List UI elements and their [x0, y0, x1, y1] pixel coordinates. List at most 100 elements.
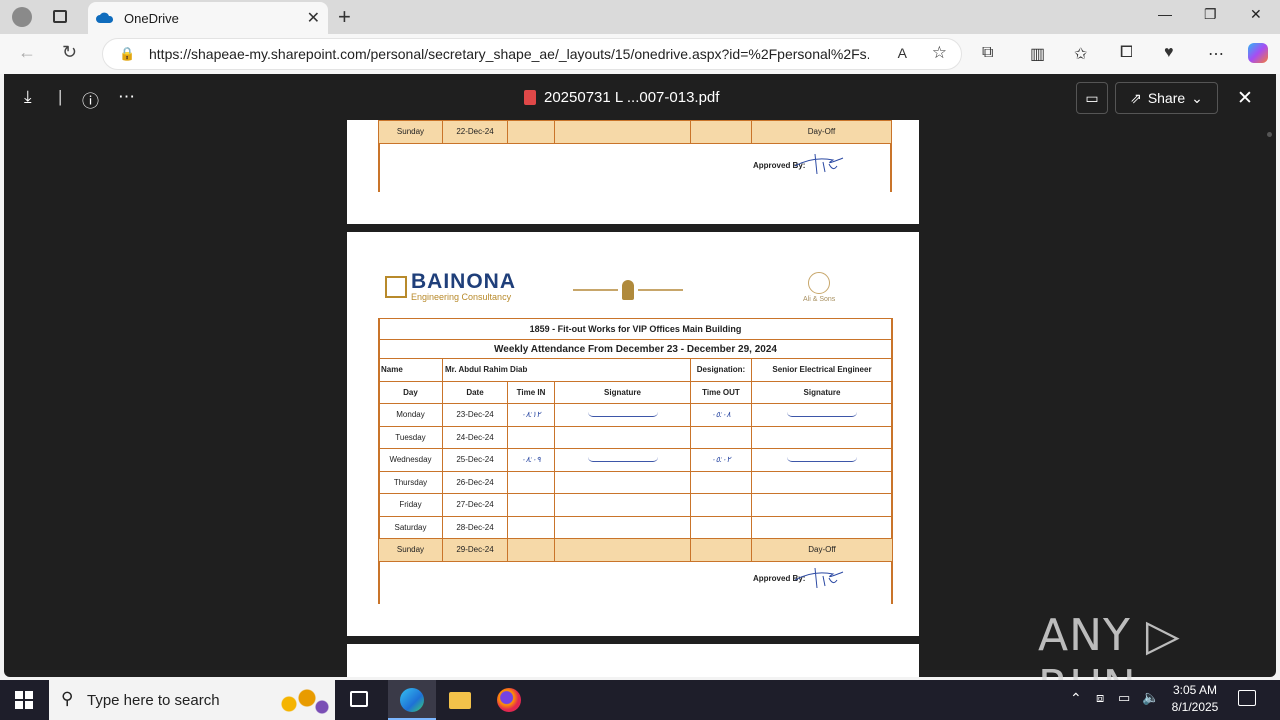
notifications-icon[interactable] [1238, 690, 1256, 706]
handwritten-signature [587, 457, 658, 463]
search-placeholder: Type here to search [87, 691, 220, 709]
approver-signature [794, 153, 844, 175]
time-in-cell [507, 425, 555, 449]
pdf-page-previous: Sunday 22-Dec-24 Day-Off Approved By: [347, 120, 919, 224]
file-explorer-icon[interactable] [449, 692, 471, 709]
approver-signature [794, 567, 844, 589]
clock[interactable]: 3:05 AM 8/1/2025 [1166, 683, 1224, 714]
minimize-button[interactable]: — [1158, 6, 1172, 22]
ali-sons-text: Ali & Sons [803, 296, 836, 303]
time-in-cell [507, 493, 555, 517]
copilot-icon[interactable] [1248, 43, 1268, 63]
split-screen-icon[interactable]: ▥ [1030, 44, 1045, 64]
chevron-down-icon: ⌄ [1191, 89, 1203, 106]
onedrive-cloud-icon [96, 12, 114, 23]
share-icon: ⇗ [1130, 89, 1142, 106]
new-tab-button[interactable]: + [338, 4, 351, 30]
edge-taskbar-icon[interactable] [388, 680, 436, 720]
time-out-cell [690, 493, 752, 517]
search-flowers-illustration [271, 686, 331, 716]
windows-start-icon[interactable] [15, 691, 33, 709]
tab-strip: OneDrive ✕ + — ❐ ✕ [0, 0, 1280, 34]
search-icon: ⚲ [61, 689, 74, 708]
more-options-icon[interactable]: ⋯ [118, 87, 135, 107]
tab-close-icon[interactable]: ✕ [307, 8, 320, 28]
designation-value: Senior Electrical Engineer [751, 358, 893, 382]
volume-icon[interactable]: 🔈 [1142, 689, 1159, 706]
signature-cell [554, 493, 691, 517]
info-icon[interactable]: ⓘ [82, 87, 99, 112]
government-emblem-logo [573, 280, 683, 300]
table-row: Sunday 29-Dec-24 Day-Off [378, 538, 893, 562]
name-value: Mr. Abdul Rahim Diab [442, 358, 691, 382]
date-cell: 24-Dec-24 [442, 425, 508, 449]
bainona-logo: BAINONA Engineering Consultancy [385, 270, 516, 302]
table-row: Sunday 22-Dec-24 Day-Off [378, 120, 892, 144]
share-label: Share [1147, 90, 1186, 106]
restore-button[interactable]: ❐ [1204, 6, 1217, 23]
column-header-row: Day Date Time IN Signature Time OUT Sign… [378, 380, 893, 404]
name-row: Name Mr. Abdul Rahim Diab Designation: S… [378, 358, 893, 382]
pdf-page-next [347, 644, 919, 677]
refresh-button[interactable]: ↻ [62, 42, 77, 63]
signature-cell [554, 425, 691, 449]
signature-cell [751, 515, 893, 539]
signature-cell [554, 403, 691, 427]
download-icon[interactable]: ⤓ [24, 87, 32, 107]
more-menu-icon[interactable]: ⋯ [1208, 44, 1224, 64]
favorites-icon[interactable]: ✩ [1074, 44, 1087, 64]
date-cell: 23-Dec-24 [442, 403, 508, 427]
tab-onedrive[interactable]: OneDrive ✕ [88, 2, 328, 34]
taskbar: ⚲ Type here to search ⌃ ⧈ ▭ 🔈 3:05 AM 8/… [0, 680, 1280, 720]
time-out-cell [690, 120, 752, 144]
favorite-star-icon[interactable]: ☆ [932, 43, 947, 63]
profile-icon[interactable] [12, 7, 32, 27]
show-hidden-icons-chevron-up-icon[interactable]: ⌃ [1070, 690, 1082, 707]
date-cell: 26-Dec-24 [442, 470, 508, 494]
task-view-icon[interactable] [350, 691, 368, 707]
display-icon[interactable]: ▭ [1118, 690, 1130, 706]
note-cell: Day-Off [751, 538, 893, 562]
date-cell: 25-Dec-24 [442, 448, 508, 472]
column-header: Signature [554, 380, 691, 404]
handwritten-signature [587, 412, 658, 418]
comment-icon: ▭ [1085, 89, 1099, 106]
project-title-row: 1859 - Fit-out Works for VIP Offices Mai… [378, 318, 893, 340]
time-in-cell [507, 515, 555, 539]
address-bar[interactable]: 🔒 https://shapeae-my.sharepoint.com/pers… [102, 38, 962, 70]
url-text[interactable]: https://shapeae-my.sharepoint.com/person… [149, 46, 869, 62]
signature-cell [751, 448, 893, 472]
table-row: Friday 27-Dec-24 [378, 493, 893, 517]
taskbar-search-box[interactable]: ⚲ Type here to search [49, 680, 335, 720]
network-icon[interactable]: ⧈ [1096, 690, 1104, 706]
time-out-cell [690, 425, 752, 449]
bainona-mark-icon [385, 276, 407, 298]
close-viewer-icon[interactable]: ✕ [1237, 87, 1253, 110]
lock-icon[interactable]: 🔒 [119, 46, 135, 62]
share-button[interactable]: ⇗ Share ⌄ [1115, 82, 1218, 114]
separator: | [58, 87, 63, 106]
day-cell: Monday [378, 403, 443, 427]
time-out-cell [690, 470, 752, 494]
collections-icon[interactable]: ⧠ [1120, 44, 1133, 62]
browser-toolbar: ← ↻ 🔒 https://shapeae-my.sharepoint.com/… [0, 34, 1280, 74]
date-cell: 28-Dec-24 [442, 515, 508, 539]
firefox-icon[interactable] [497, 688, 521, 712]
browser-essentials-icon[interactable]: ♥ [1164, 44, 1174, 62]
name-label: Name [378, 358, 443, 382]
window-close-button[interactable]: ✕ [1250, 6, 1262, 23]
read-aloud-icon[interactable]: A [898, 45, 907, 61]
signature-cell [554, 538, 691, 562]
comments-button[interactable]: ▭ [1076, 82, 1108, 114]
signature-cell [751, 425, 893, 449]
logo-name: BAINONA [411, 270, 516, 293]
tab-actions-icon[interactable] [53, 10, 67, 23]
extensions-icon[interactable]: ⧉ [982, 44, 993, 62]
day-cell: Thursday [378, 470, 443, 494]
signature-cell [751, 493, 893, 517]
time-in-cell [507, 120, 555, 144]
time-out-cell: ٠٥:٠٨ [690, 403, 752, 427]
back-button[interactable]: ← [18, 42, 36, 63]
scrollbar[interactable] [1267, 132, 1272, 137]
table-row: Wednesday 25-Dec-24 ٠٨:٠٩ ٠٥:٠٢ [378, 448, 893, 472]
